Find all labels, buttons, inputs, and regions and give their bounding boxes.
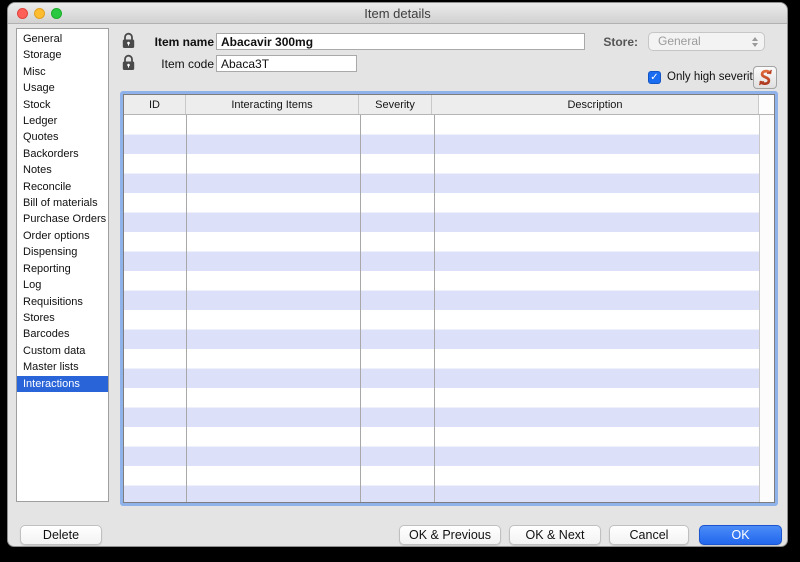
sidebar-item-misc[interactable]: Misc — [17, 64, 108, 80]
sidebar-item-quotes[interactable]: Quotes — [17, 129, 108, 145]
column-divider — [360, 115, 361, 502]
sidebar-item-bill-of-materials[interactable]: Bill of materials — [17, 195, 108, 211]
sidebar-item-ledger[interactable]: Ledger — [17, 113, 108, 129]
zoom-icon[interactable] — [51, 8, 62, 19]
table-body[interactable] — [124, 115, 774, 502]
column-header-description[interactable]: Description — [432, 95, 759, 114]
item-code-label: Item code — [128, 57, 214, 71]
only-high-severity-label: Only high severity — [667, 71, 758, 83]
cancel-button[interactable]: Cancel — [609, 525, 689, 545]
sidebar: GeneralStorageMiscUsageStockLedgerQuotes… — [16, 28, 109, 502]
column-divider — [186, 115, 187, 502]
scrollbar-track — [759, 115, 774, 502]
sidebar-item-stores[interactable]: Stores — [17, 310, 108, 326]
sidebar-item-storage[interactable]: Storage — [17, 47, 108, 63]
interactions-table: ID Interacting Items Severity Descriptio… — [120, 91, 778, 506]
sidebar-item-log[interactable]: Log — [17, 277, 108, 293]
column-divider — [434, 115, 435, 502]
sidebar-item-custom-data[interactable]: Custom data — [17, 343, 108, 359]
sidebar-item-reconcile[interactable]: Reconcile — [17, 179, 108, 195]
column-header-severity[interactable]: Severity — [359, 95, 432, 114]
sidebar-item-dispensing[interactable]: Dispensing — [17, 244, 108, 260]
sidebar-item-backorders[interactable]: Backorders — [17, 146, 108, 162]
interactions-table-inner: ID Interacting Items Severity Descriptio… — [123, 94, 775, 503]
table-header: ID Interacting Items Severity Descriptio… — [124, 95, 774, 115]
only-high-severity-checkbox[interactable] — [648, 71, 661, 84]
column-header-interacting-items[interactable]: Interacting Items — [186, 95, 359, 114]
sidebar-item-general[interactable]: General — [17, 31, 108, 47]
sidebar-item-order-options[interactable]: Order options — [17, 228, 108, 244]
store-label: Store: — [568, 35, 638, 49]
store-select[interactable]: General — [648, 32, 765, 51]
sidebar-item-interactions[interactable]: Interactions — [17, 376, 108, 392]
sidebar-item-master-lists[interactable]: Master lists — [17, 359, 108, 375]
sidebar-item-barcodes[interactable]: Barcodes — [17, 326, 108, 342]
sidebar-item-stock[interactable]: Stock — [17, 97, 108, 113]
sidebar-item-purchase-orders[interactable]: Purchase Orders — [17, 211, 108, 227]
item-code-input[interactable] — [216, 55, 357, 72]
item-name-input[interactable] — [216, 33, 585, 50]
refresh-interactions-button[interactable] — [753, 66, 777, 89]
ok-button[interactable]: OK — [699, 525, 782, 545]
scrollbar-header-gap — [759, 95, 774, 114]
close-icon[interactable] — [17, 8, 28, 19]
ok-previous-button[interactable]: OK & Previous — [399, 525, 501, 545]
delete-button[interactable]: Delete — [20, 525, 102, 545]
sidebar-item-usage[interactable]: Usage — [17, 80, 108, 96]
msupply-sync-icon — [757, 69, 774, 86]
sidebar-item-notes[interactable]: Notes — [17, 162, 108, 178]
column-header-id[interactable]: ID — [124, 95, 186, 114]
title-bar[interactable]: Item details — [8, 3, 787, 24]
item-name-label: Item name — [128, 35, 214, 49]
sidebar-item-requisitions[interactable]: Requisitions — [17, 294, 108, 310]
store-selected-value: General — [658, 34, 701, 48]
item-details-window: Item details GeneralStorageMiscUsageStoc… — [7, 2, 788, 547]
ok-next-button[interactable]: OK & Next — [509, 525, 601, 545]
minimize-icon[interactable] — [34, 8, 45, 19]
window-title: Item details — [8, 3, 787, 24]
sidebar-item-reporting[interactable]: Reporting — [17, 261, 108, 277]
window-controls — [17, 8, 62, 19]
chevron-up-down-icon — [749, 35, 760, 49]
